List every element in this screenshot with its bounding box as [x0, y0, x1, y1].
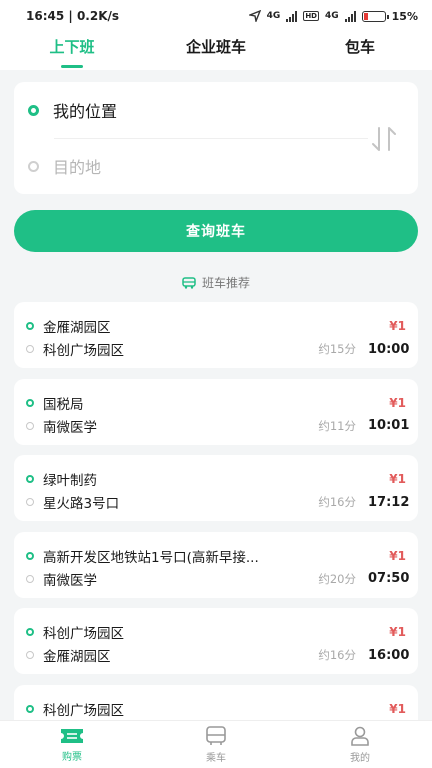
tab-charter[interactable]: 包车	[288, 32, 432, 70]
status-bar: 16:45 | 0.2K/s 4G HD 4G 15%	[0, 0, 432, 32]
trip-origin: 科创广场园区	[43, 702, 124, 719]
trip-duration: 约20分	[318, 571, 356, 586]
destination-dot-icon	[26, 421, 34, 430]
battery-icon	[361, 10, 389, 22]
user-icon	[351, 726, 369, 746]
trip-price: ¥1	[389, 701, 406, 716]
origin-dot-icon	[26, 475, 34, 483]
trip-duration: 约15分	[318, 342, 356, 356]
destination-dot-icon	[26, 651, 34, 659]
trip-destination: 科创广场园区	[43, 343, 124, 359]
trip-destination: 南微医学	[43, 419, 97, 436]
trip-time: 10:01	[368, 418, 410, 433]
bottom-nav: 购票 乘车 我的	[0, 720, 432, 768]
network-type-1: 4G	[266, 11, 281, 21]
status-left: 16:45 | 0.2K/s	[26, 9, 120, 23]
origin-label: 我的位置	[53, 102, 118, 121]
destination-dot-icon	[26, 498, 34, 506]
trip-duration: 约11分	[318, 418, 356, 433]
trip-time: 07:50	[368, 571, 410, 586]
origin-dot-icon	[26, 704, 34, 713]
tab-commute[interactable]: 上下班	[0, 32, 144, 70]
ticket-icon	[61, 729, 83, 743]
hd-badge: HD	[303, 11, 319, 21]
trip-destination: 金雁湖园区	[43, 649, 111, 665]
destination-dot-icon	[28, 160, 39, 172]
trip-origin: 绿叶制药	[43, 473, 97, 489]
destination-dot-icon	[26, 574, 34, 583]
network-type-2: 4G	[325, 11, 339, 21]
trip-price: ¥1	[389, 625, 406, 639]
status-time: 16:45	[26, 9, 65, 23]
trip-card[interactable]: 国税局 ¥1 南微医学 约11分 10:01	[14, 378, 418, 445]
swap-icon[interactable]	[368, 126, 400, 152]
recommend-title: 班车推荐	[201, 276, 250, 290]
trip-list: 金雁湖园区 ¥1 科创广场园区 约15分 10:00 国税局 ¥1 南微医学 约11分 10…	[14, 302, 418, 720]
destination-field[interactable]: 目的地	[28, 154, 101, 178]
location-arrow-icon	[248, 10, 261, 22]
trip-card[interactable]: 科创广场园区 ¥1	[14, 684, 418, 720]
trip-origin: 国税局	[43, 396, 84, 413]
destination-placeholder: 目的地	[53, 158, 102, 177]
origin-dot-icon	[26, 398, 34, 407]
trip-price: ¥1	[389, 548, 406, 563]
trip-origin: 高新开发区地铁站1号口(高新早接...	[43, 549, 259, 566]
bus-small-icon	[182, 276, 196, 289]
trip-duration: 约16分	[318, 495, 356, 509]
nav-mine[interactable]: 我的	[288, 721, 432, 768]
trip-price: ¥1	[389, 395, 406, 410]
origin-dot-icon	[28, 104, 39, 116]
status-right: 4G HD 4G 15%	[248, 9, 418, 23]
query-shuttle-button[interactable]: 查询班车	[14, 210, 418, 252]
trip-destination: 星火路3号口	[43, 496, 120, 512]
bus-icon	[206, 726, 226, 745]
nav-mine-label: 我的	[350, 753, 370, 764]
trip-time: 10:00	[368, 341, 410, 357]
recommend-header: 班车推荐	[0, 274, 432, 291]
trip-price: ¥1	[389, 319, 406, 333]
trip-duration: 约16分	[318, 648, 356, 662]
trip-card[interactable]: 绿叶制药 ¥1 星火路3号口 约16分 17:12	[14, 455, 418, 521]
signal-1-icon	[286, 10, 298, 22]
trip-card[interactable]: 金雁湖园区 ¥1 科创广场园区 约15分 10:00	[14, 302, 418, 368]
nav-ride-label: 乘车	[206, 753, 226, 764]
nav-ticket[interactable]: 购票	[0, 721, 144, 768]
trip-time: 17:12	[368, 494, 410, 510]
origin-dot-icon	[26, 322, 34, 330]
origin-dot-icon	[26, 628, 34, 636]
battery-level: 15%	[391, 9, 418, 23]
trip-card[interactable]: 高新开发区地铁站1号口(高新早接... ¥1 南微医学 约20分 07:50	[14, 531, 418, 598]
trip-destination: 南微医学	[43, 572, 97, 589]
trip-price: ¥1	[389, 472, 406, 486]
tab-enterprise-shuttle[interactable]: 企业班车	[144, 32, 288, 70]
signal-2-icon	[344, 10, 356, 22]
trip-origin: 科创广场园区	[43, 626, 124, 642]
trip-origin: 金雁湖园区	[43, 320, 111, 336]
route-divider	[54, 138, 368, 139]
trip-time: 16:00	[368, 647, 410, 663]
top-tabs: 上下班 企业班车 包车	[0, 32, 432, 70]
nav-ride[interactable]: 乘车	[144, 721, 288, 768]
nav-ticket-label: 购票	[62, 752, 82, 763]
route-card: 我的位置 目的地	[14, 82, 418, 194]
origin-dot-icon	[26, 551, 34, 560]
destination-dot-icon	[26, 345, 34, 353]
trip-card[interactable]: 科创广场园区 ¥1 金雁湖园区 约16分 16:00	[14, 608, 418, 674]
origin-field[interactable]: 我的位置	[28, 98, 117, 122]
network-speed: 0.2K/s	[76, 9, 120, 23]
